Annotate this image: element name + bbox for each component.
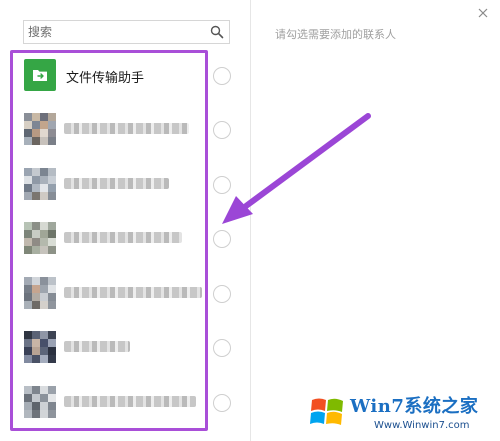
avatar [24, 59, 56, 91]
list-item[interactable] [16, 378, 240, 428]
select-radio[interactable] [213, 121, 231, 139]
list-item[interactable] [16, 323, 240, 373]
watermark-url: Www.Winwin7.com [374, 420, 470, 431]
avatar [24, 222, 56, 254]
add-contacts-dialog: 文件传输助手 [0, 0, 500, 441]
contact-name-blurred [64, 287, 202, 298]
select-radio[interactable] [213, 394, 231, 412]
search-box[interactable] [23, 20, 230, 44]
selected-contacts-pane: 请勾选需要添加的联系人 [251, 0, 500, 441]
contact-name-blurred [64, 396, 196, 407]
select-radio[interactable] [213, 339, 231, 357]
avatar [24, 331, 56, 363]
select-radio[interactable] [213, 176, 231, 194]
list-item[interactable] [16, 269, 240, 319]
contact-name-blurred [64, 178, 169, 189]
search-icon[interactable] [210, 25, 224, 39]
watermark-logo: Win7系统之家 Www.Winwin7.com [302, 388, 498, 440]
avatar [24, 168, 56, 200]
windows-logo [310, 398, 343, 425]
select-radio[interactable] [213, 230, 231, 248]
contact-name-blurred [64, 123, 189, 134]
list-item[interactable] [16, 105, 240, 155]
list-item[interactable] [16, 214, 240, 264]
close-icon[interactable] [478, 8, 488, 18]
contact-name-blurred [64, 341, 130, 352]
avatar [24, 386, 56, 418]
selection-hint: 请勾选需要添加的联系人 [275, 28, 396, 41]
select-radio[interactable] [213, 67, 231, 85]
list-item[interactable] [16, 160, 240, 210]
list-item-file-helper[interactable]: 文件传输助手 [16, 51, 240, 101]
watermark-title: Win7系统之家 [350, 396, 479, 417]
contact-name-blurred [64, 232, 182, 243]
folder-icon [33, 70, 47, 81]
contact-list: 文件传输助手 [16, 51, 240, 432]
contact-picker-pane: 文件传输助手 [0, 0, 250, 441]
select-radio[interactable] [213, 285, 231, 303]
avatar [24, 277, 56, 309]
search-input[interactable] [28, 22, 208, 42]
contact-name: 文件传输助手 [66, 71, 145, 86]
avatar [24, 113, 56, 145]
